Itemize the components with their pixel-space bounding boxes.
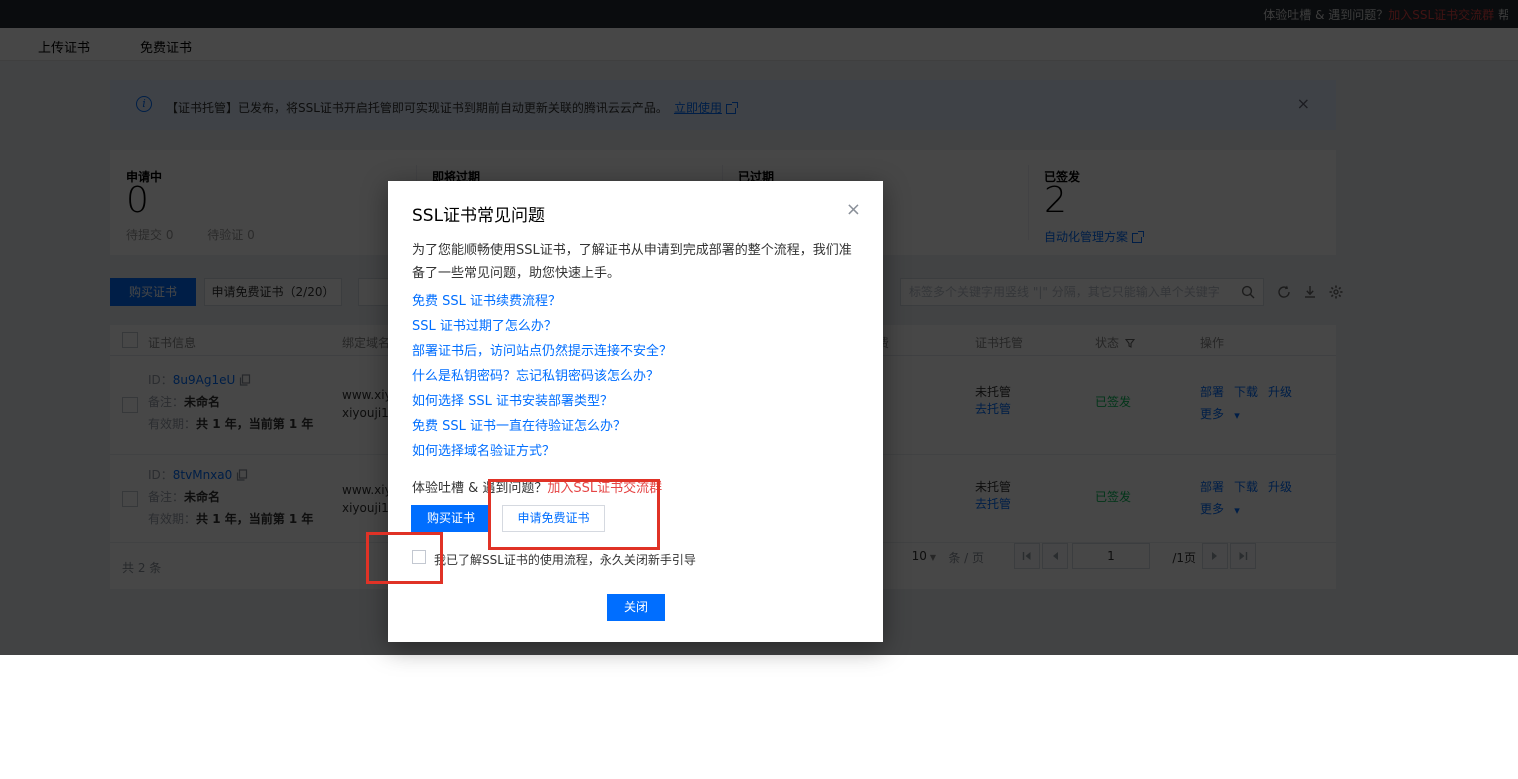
faq-link-expired[interactable]: SSL 证书过期了怎么办？: [412, 314, 672, 339]
modal-apply-free-button[interactable]: 申请免费证书: [502, 505, 605, 532]
modal-buy-certificate-button[interactable]: 购买证书: [411, 505, 491, 532]
ssl-faq-modal: SSL证书常见问题 × 为了您能顺畅使用SSL证书，了解证书从申请到完成部署的整…: [388, 181, 883, 642]
modal-feedback-line: 体验吐槽 & 遇到问题？加入SSL证书交流群: [412, 477, 662, 496]
faq-link-insecure[interactable]: 部署证书后，访问站点仍然提示连接不安全？: [412, 339, 672, 364]
faq-link-pending-verify[interactable]: 免费 SSL 证书一直在待验证怎么办？: [412, 414, 672, 439]
ssl-console-screen: 体验吐槽 & 遇到问题？加入SSL证书交流群 帮 上传证书 免费证书 i 【证书…: [0, 0, 1518, 779]
faq-link-renewal[interactable]: 免费 SSL 证书续费流程？: [412, 289, 672, 314]
modal-title: SSL证书常见问题: [412, 201, 545, 226]
join-group-link[interactable]: 加入SSL证书交流群: [547, 481, 662, 496]
faq-link-list: 免费 SSL 证书续费流程？ SSL 证书过期了怎么办？ 部署证书后，访问站点仍…: [412, 289, 672, 464]
modal-intro: 为了您能顺畅使用SSL证书，了解证书从申请到完成部署的整个流程，我们准备了一些常…: [412, 239, 864, 285]
dont-show-again-checkbox[interactable]: [412, 550, 426, 564]
faq-link-deploy-type[interactable]: 如何选择 SSL 证书安装部署类型？: [412, 389, 672, 414]
modal-close-button[interactable]: 关闭: [607, 594, 665, 621]
faq-link-private-key[interactable]: 什么是私钥密码？忘记私钥密码该怎么办？: [412, 364, 672, 389]
faq-link-domain-verify[interactable]: 如何选择域名验证方式？: [412, 439, 672, 464]
modal-close-icon[interactable]: ×: [846, 201, 861, 219]
dont-show-again-label: 我已了解SSL证书的使用流程，永久关闭新手引导: [434, 551, 696, 568]
